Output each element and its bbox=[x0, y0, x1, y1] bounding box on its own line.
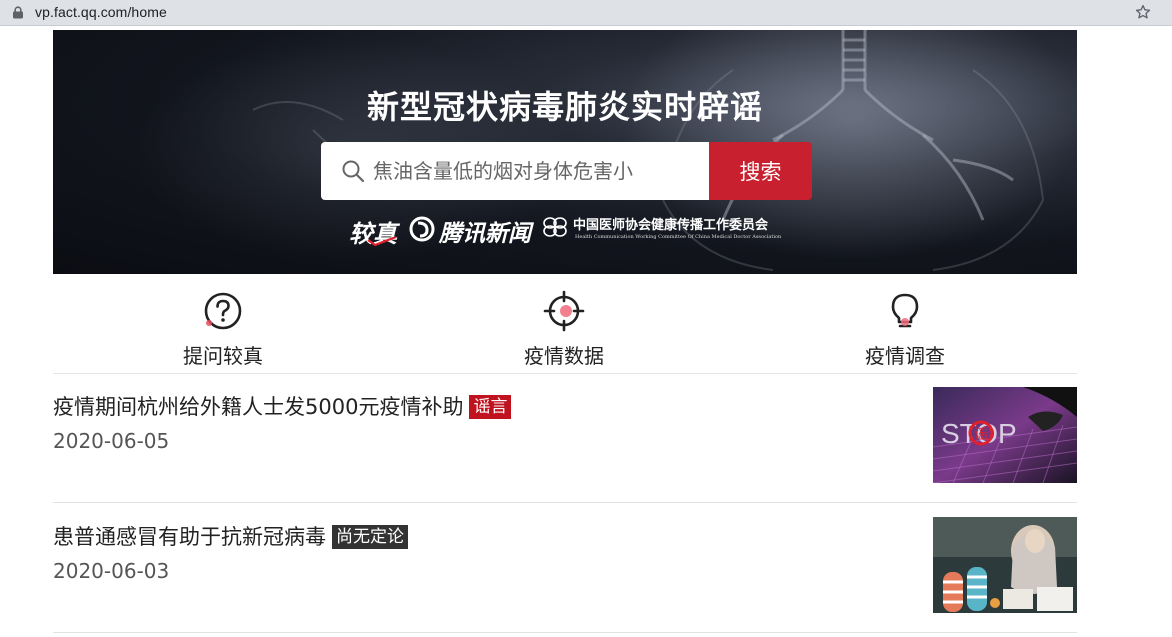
browser-address-bar: vp.fact.qq.com/home bbox=[0, 0, 1172, 26]
nav-label-survey: 疫情调查 bbox=[865, 344, 945, 368]
article-title-text: 疫情期间杭州给外籍人士发5000元疫情补助 bbox=[53, 395, 464, 419]
association-name-en: Health Communication Working Committee O… bbox=[575, 234, 782, 240]
search-button[interactable]: 搜索 bbox=[709, 142, 812, 200]
article-thumbnail[interactable] bbox=[933, 517, 1077, 613]
status-badge: 谣言 bbox=[469, 395, 512, 419]
url-text: vp.fact.qq.com/home bbox=[35, 4, 167, 20]
list-item[interactable]: 疫情期间杭州给外籍人士发5000元疫情补助 谣言 2020-06-05 STOP … bbox=[53, 373, 1077, 503]
association-name: 中国医师协会健康传播工作委员会 bbox=[573, 218, 769, 233]
flower-icon bbox=[543, 217, 567, 237]
article-title-text: 患普通感冒有助于抗新冠病毒 bbox=[53, 525, 326, 549]
feature-nav: 提问较真 疫情数据 疫情调查 bbox=[53, 274, 1077, 374]
status-badge: 尚无定论 bbox=[332, 525, 408, 549]
nav-label-data: 疫情数据 bbox=[524, 344, 604, 368]
crosshair-icon bbox=[543, 290, 585, 332]
nav-item-survey[interactable]: 疫情调查 bbox=[805, 274, 1005, 374]
article-date: 2020-06-05 bbox=[53, 429, 170, 453]
tencent-news-logo: 腾讯新闻 bbox=[409, 212, 531, 247]
thumbnail-stamp: 谣 bbox=[974, 427, 988, 443]
jiaozhen-logo: 较真 bbox=[349, 214, 397, 249]
nav-label-ask: 提问较真 bbox=[183, 344, 263, 368]
question-icon bbox=[204, 292, 242, 330]
url-field[interactable]: vp.fact.qq.com/home bbox=[0, 0, 1160, 24]
nav-item-ask[interactable]: 提问较真 bbox=[123, 274, 323, 374]
medical-association-logo: 中国医师协会健康传播工作委员会 Health Communication Wor… bbox=[541, 212, 841, 248]
article-title[interactable]: 疫情期间杭州给外籍人士发5000元疫情补助 谣言 bbox=[53, 391, 512, 421]
hero-banner: 新型冠状病毒肺炎实时辟谣 搜索 较真 腾讯新闻 bbox=[53, 30, 1077, 274]
lightbulb-icon bbox=[891, 293, 919, 328]
article-title[interactable]: 患普通感冒有助于抗新冠病毒 尚无定论 bbox=[53, 521, 408, 551]
page-title: 新型冠状病毒肺炎实时辟谣 bbox=[366, 88, 763, 126]
lock-icon bbox=[13, 6, 23, 19]
bookmark-star-icon[interactable] bbox=[1134, 3, 1152, 21]
nav-item-data[interactable]: 疫情数据 bbox=[464, 274, 664, 374]
article-thumbnail[interactable]: STOP 谣 bbox=[933, 387, 1077, 483]
tencent-news-text: 腾讯新闻 bbox=[439, 221, 531, 247]
tencent-news-icon bbox=[409, 216, 435, 242]
search-box bbox=[321, 142, 711, 200]
check-mark-icon bbox=[367, 236, 397, 246]
search-input[interactable] bbox=[373, 142, 703, 200]
list-item[interactable]: 患普通感冒有助于抗新冠病毒 尚无定论 2020-06-03 bbox=[53, 503, 1077, 633]
search-icon bbox=[342, 160, 365, 183]
article-date: 2020-06-03 bbox=[53, 559, 170, 583]
